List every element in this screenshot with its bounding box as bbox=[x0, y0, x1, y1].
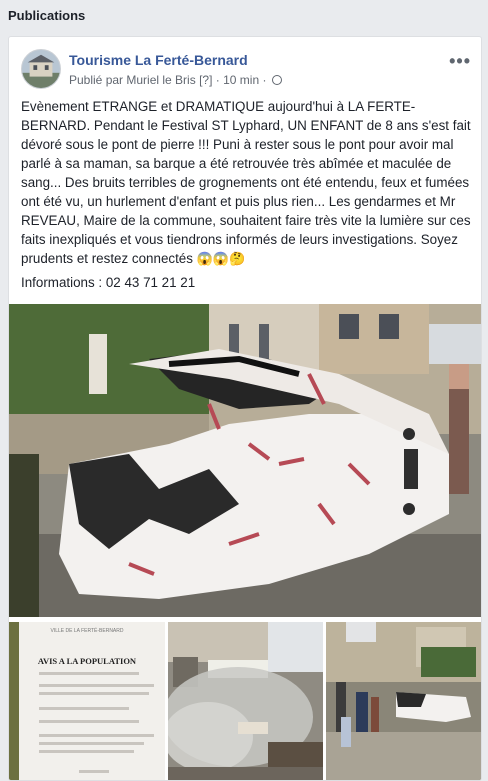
post-phone: Informations : 02 43 71 21 21 bbox=[21, 275, 196, 290]
notice-header: VILLE DE LA FERTÉ-BERNARD bbox=[51, 627, 124, 634]
page-name-link[interactable]: Tourisme La Ferté-Bernard bbox=[69, 52, 248, 68]
post-message: Evènement ETRANGE et DRAMATIQUE aujourd'… bbox=[21, 99, 471, 266]
post-header: Tourisme La Ferté-Bernard Publié par Mur… bbox=[21, 49, 471, 91]
main-photo-boat[interactable] bbox=[9, 304, 481, 617]
notice-title: AVIS A LA POPULATION bbox=[38, 656, 137, 666]
published-by[interactable]: Publié par Muriel le Bris bbox=[69, 73, 196, 87]
post-text: Evènement ETRANGE et DRAMATIQUE aujourd'… bbox=[21, 97, 473, 268]
meta-separator-2: · bbox=[262, 73, 267, 87]
post-card: Tourisme La Ferté-Bernard Publié par Mur… bbox=[8, 36, 482, 781]
meta-separator: · bbox=[215, 73, 220, 87]
emoji-reactions: 😱😱🤔 bbox=[196, 251, 246, 266]
help-bracket[interactable]: [?] bbox=[199, 73, 212, 87]
page-avatar[interactable] bbox=[21, 49, 61, 89]
globe-icon[interactable] bbox=[271, 75, 282, 85]
more-options-button[interactable]: ••• bbox=[449, 51, 471, 72]
post-meta: Publié par Muriel le Bris [?] · 10 min · bbox=[69, 73, 282, 87]
section-title: Publications bbox=[8, 8, 86, 23]
thumbnail-notice[interactable]: VILLE DE LA FERTÉ-BERNARD AVIS A LA POPU… bbox=[9, 622, 165, 780]
thumbnail-crowd[interactable] bbox=[326, 622, 481, 780]
post-time[interactable]: 10 min bbox=[223, 73, 259, 87]
thumbnail-smoke[interactable] bbox=[168, 622, 323, 780]
